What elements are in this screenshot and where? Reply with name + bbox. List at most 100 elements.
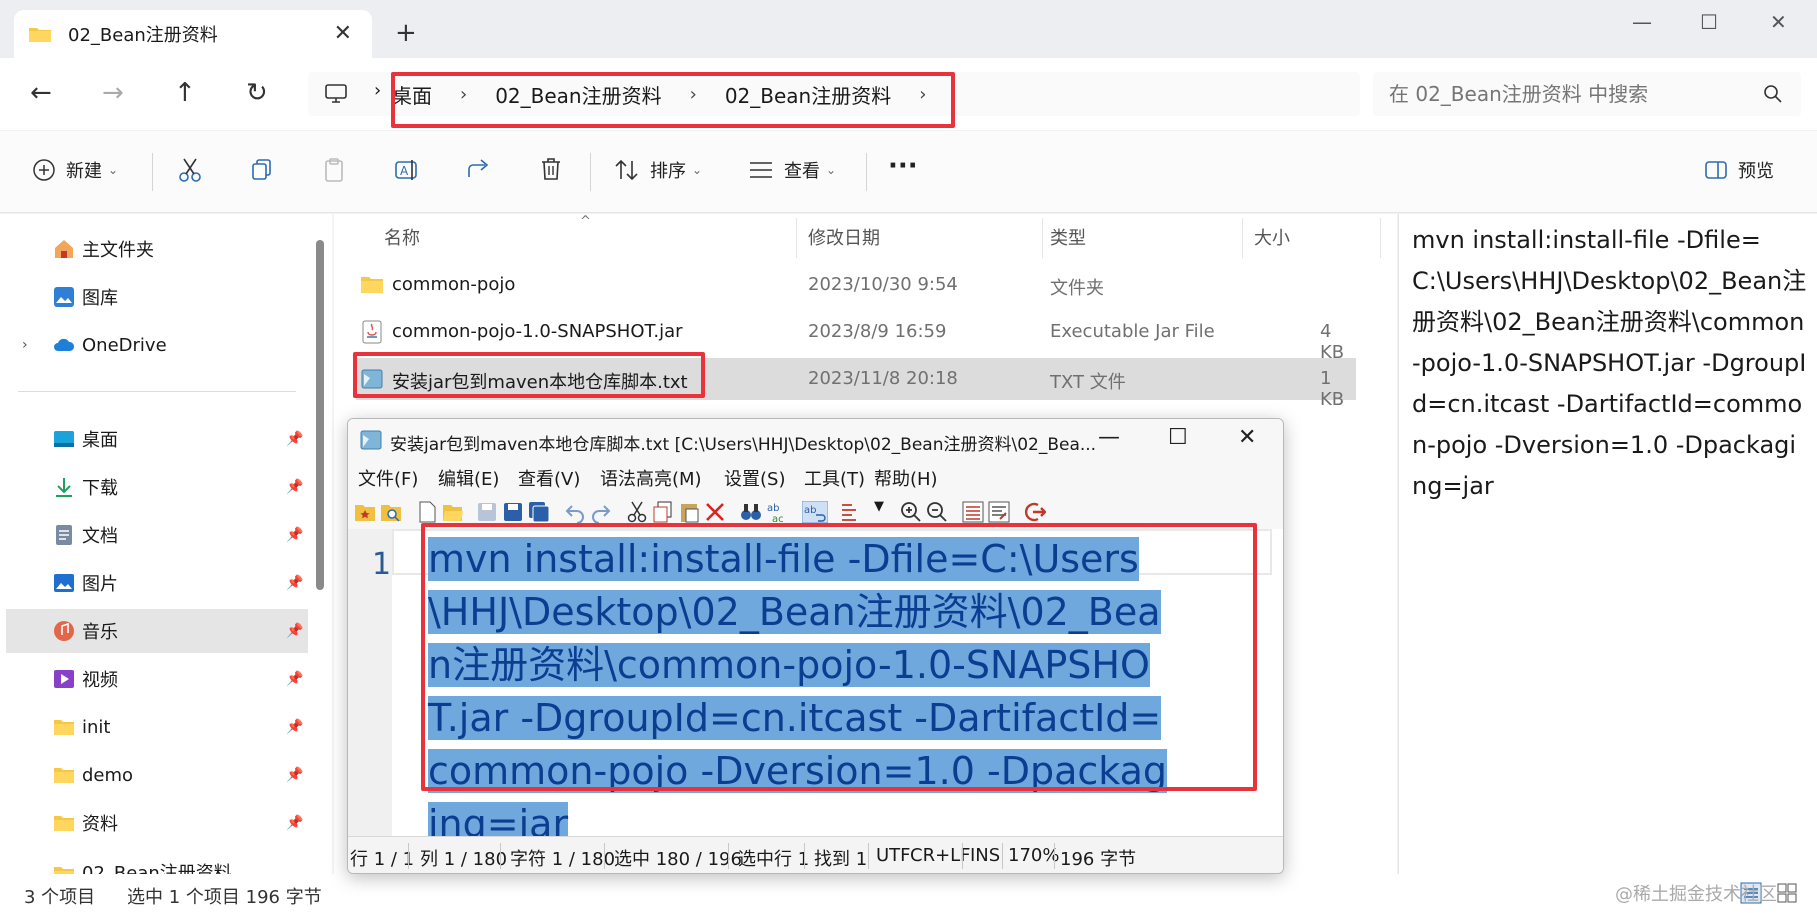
sort-button[interactable]: 排序 ⌄ xyxy=(614,157,702,183)
column-header-type[interactable]: 类型 xyxy=(1050,224,1086,250)
more-options-icon[interactable]: ··· xyxy=(888,151,918,181)
selected-text[interactable]: mvn install:install-file -Dfile=C:\Users… xyxy=(428,537,1167,846)
notepad-minimize-button[interactable]: — xyxy=(1098,425,1120,450)
sidebar-item-onedrive[interactable]: › OneDrive xyxy=(0,323,310,367)
redo-icon[interactable] xyxy=(590,501,612,523)
breadcrumb-desktop[interactable]: 桌面 xyxy=(392,80,432,109)
sidebar-item-materials[interactable]: 资料 📌 xyxy=(0,801,310,845)
copy-icon[interactable] xyxy=(652,501,674,523)
sidebar-scrollbar[interactable] xyxy=(316,240,324,590)
new-file-icon[interactable] xyxy=(416,501,438,523)
sidebar-item-videos[interactable]: 视频 📌 xyxy=(0,657,310,701)
address-bar[interactable]: › 桌面 › 02_Bean注册资料 › 02_Bean注册资料 › xyxy=(308,72,1360,116)
scheme-icon[interactable] xyxy=(840,501,862,523)
tiles-view-icon[interactable] xyxy=(1776,882,1798,904)
pin-icon[interactable]: 📌 xyxy=(286,479,303,495)
menu-help[interactable]: 帮助(H) xyxy=(874,465,938,491)
find-icon[interactable] xyxy=(740,501,762,523)
notepad-title-bar[interactable]: 安装jar包到maven本地仓库脚本.txt [C:\Users\HHJ\Des… xyxy=(348,419,1283,461)
sidebar-item-music[interactable]: 音乐 📌 xyxy=(6,609,308,653)
pin-icon[interactable]: 📌 xyxy=(286,671,303,687)
zoom-out-icon[interactable] xyxy=(926,501,948,523)
pin-icon[interactable]: 📌 xyxy=(286,767,303,783)
close-tab-icon[interactable]: ✕ xyxy=(334,21,352,46)
view-button[interactable]: 查看 ⌄ xyxy=(748,157,836,183)
notepad-close-button[interactable]: ✕ xyxy=(1238,425,1256,450)
notepad-app-icon xyxy=(360,430,382,450)
file-row[interactable]: common-pojo-1.0-SNAPSHOT.jar 2023/8/9 16… xyxy=(356,311,1356,363)
folder-tab[interactable]: 02_Bean注册资料 ✕ xyxy=(14,10,372,58)
search-box[interactable] xyxy=(1373,72,1801,116)
view-options-icon[interactable] xyxy=(962,501,984,523)
sidebar-item-pictures[interactable]: 图片 📌 xyxy=(0,561,310,605)
breadcrumb-folder[interactable]: 02_Bean注册资料 xyxy=(495,80,661,109)
pin-icon[interactable]: 📌 xyxy=(286,719,303,735)
search-icon[interactable] xyxy=(1763,84,1783,104)
paste-icon[interactable] xyxy=(322,157,346,183)
delete-icon[interactable] xyxy=(540,157,562,181)
up-button[interactable]: ↑ xyxy=(174,78,196,108)
chevron-right-icon[interactable]: › xyxy=(22,337,28,353)
rename-icon[interactable]: A xyxy=(394,157,420,183)
sidebar-item-downloads[interactable]: 下载 📌 xyxy=(0,465,310,509)
status-zoom[interactable]: 170% xyxy=(1008,845,1059,866)
settings-icon[interactable] xyxy=(988,501,1010,523)
column-header-date[interactable]: 修改日期 xyxy=(808,224,880,250)
sidebar-item-gallery[interactable]: 图库 xyxy=(0,275,310,319)
sidebar-item-init[interactable]: init 📌 xyxy=(0,705,310,749)
minimize-button[interactable]: — xyxy=(1632,10,1652,34)
forward-button[interactable]: → xyxy=(102,78,124,108)
zoom-in-icon[interactable] xyxy=(900,501,922,523)
find-file-icon[interactable] xyxy=(380,501,402,523)
cut-icon[interactable] xyxy=(178,157,202,183)
column-header-name[interactable]: 名称 xyxy=(384,224,420,250)
sidebar-item-desktop[interactable]: 桌面 📌 xyxy=(0,417,310,461)
undo-icon[interactable] xyxy=(564,501,586,523)
copy-icon[interactable] xyxy=(250,157,274,181)
text-editor-area[interactable]: 1 mvn install:install-file -Dfile=C:\Use… xyxy=(348,529,1283,846)
delete-icon[interactable] xyxy=(704,501,726,523)
replace-icon[interactable]: abac xyxy=(766,501,788,523)
menu-tools[interactable]: 工具(T) xyxy=(804,465,865,491)
sidebar-item-demo[interactable]: demo 📌 xyxy=(0,753,310,797)
back-button[interactable]: ← xyxy=(30,78,52,108)
sidebar-item-home[interactable]: 主文件夹 xyxy=(0,227,310,271)
pin-icon[interactable]: 📌 xyxy=(286,623,303,639)
file-row-selected[interactable]: 安装jar包到maven本地仓库脚本.txt 2023/11/8 20:18 T… xyxy=(356,358,1356,410)
save-as-icon[interactable] xyxy=(502,501,524,523)
new-tab-button[interactable]: + xyxy=(395,18,417,48)
preview-button[interactable]: 预览 xyxy=(1704,157,1774,183)
save-icon[interactable] xyxy=(476,501,498,523)
favorites-icon[interactable] xyxy=(354,501,376,523)
menu-edit[interactable]: 编辑(E) xyxy=(438,465,499,491)
sidebar-item-bean-folder[interactable]: 02_Bean注册资料 xyxy=(0,849,310,874)
open-folder-icon[interactable] xyxy=(442,501,464,523)
notepad-maximize-button[interactable]: ☐ xyxy=(1168,425,1188,450)
breadcrumb-current-folder[interactable]: 02_Bean注册资料 xyxy=(725,80,891,109)
exit-icon[interactable] xyxy=(1024,501,1046,523)
cut-icon[interactable] xyxy=(626,501,648,523)
chevron-down-icon[interactable]: ▼ xyxy=(874,499,896,521)
editor-text[interactable]: mvn install:install-file -Dfile=C:\Users… xyxy=(428,533,1168,851)
pin-icon[interactable]: 📌 xyxy=(286,431,303,447)
status-encoding[interactable]: UTF xyxy=(876,845,911,866)
menu-settings[interactable]: 设置(S) xyxy=(724,465,785,491)
column-header-size[interactable]: 大小 xyxy=(1254,224,1290,250)
menu-view[interactable]: 查看(V) xyxy=(518,465,580,491)
maximize-button[interactable]: ☐ xyxy=(1700,10,1718,34)
file-row[interactable]: common-pojo 2023/10/30 9:54 文件夹 xyxy=(356,264,1356,306)
menu-syntax[interactable]: 语法高亮(M) xyxy=(600,465,702,491)
save-all-icon[interactable] xyxy=(528,501,550,523)
word-wrap-icon[interactable]: ab xyxy=(802,501,828,523)
pin-icon[interactable]: 📌 xyxy=(286,527,303,543)
sidebar-item-documents[interactable]: 文档 📌 xyxy=(0,513,310,557)
paste-icon[interactable] xyxy=(678,501,700,523)
refresh-button[interactable]: ↻ xyxy=(246,78,268,108)
pin-icon[interactable]: 📌 xyxy=(286,815,303,831)
new-button[interactable]: 新建 ⌄ xyxy=(32,157,118,183)
close-window-button[interactable]: ✕ xyxy=(1770,10,1787,34)
menu-file[interactable]: 文件(F) xyxy=(358,465,418,491)
share-icon[interactable] xyxy=(466,157,492,181)
search-input[interactable] xyxy=(1389,72,1749,116)
pin-icon[interactable]: 📌 xyxy=(286,575,303,591)
